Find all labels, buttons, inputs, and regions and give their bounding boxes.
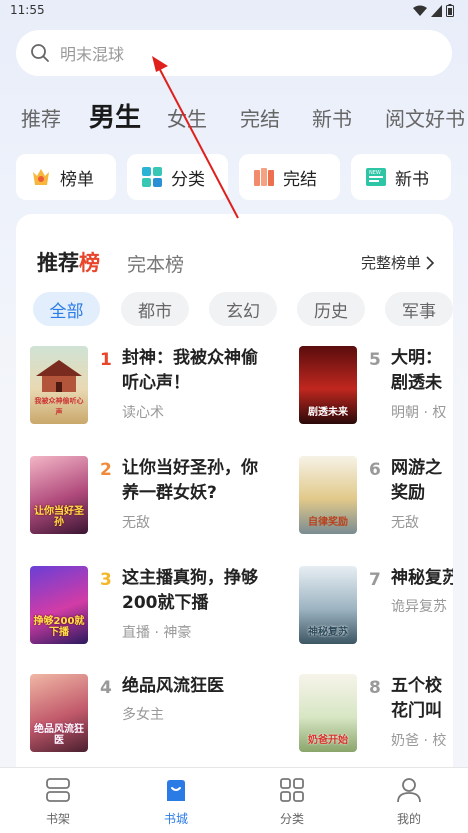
ranking-card: 推荐榜 完本榜 完整榜单 全部 都市 玄幻 历史 军事 我被众神偷听心声 1 封… — [16, 214, 453, 774]
full-ranking-link[interactable]: 完整榜单 — [361, 252, 435, 273]
book-cover: 神秘复苏 — [299, 566, 357, 644]
book-item[interactable]: 奶爸开始 8 五个校花门叫我 奶爸 · 校 — [299, 674, 453, 754]
nav-category-label: 分类 — [279, 812, 304, 826]
battery-icon — [446, 4, 454, 17]
bookstore-icon — [162, 776, 190, 804]
book-title: 让你当好圣孙，你养一群女妖? — [122, 458, 258, 503]
tab-male[interactable]: 男生 — [89, 97, 141, 134]
nav-bookstore[interactable]: 书城 — [136, 776, 216, 827]
channel-tabs: 推荐 男生 女生 完结 新书 阅文好书 — [0, 95, 468, 135]
book-tag: 多女主 — [122, 707, 164, 723]
tab-finished[interactable]: 完结 — [240, 103, 280, 132]
book-item[interactable]: 神秘复苏 7 神秘复苏 诡异复苏 — [299, 566, 453, 646]
status-bar: 11:55 — [0, 0, 468, 22]
crown-icon — [30, 166, 52, 188]
book-title: 五个校花门叫我 — [391, 676, 442, 721]
rank-number: 8 — [369, 678, 381, 698]
book-title: 封神：我被众神偷听心声！ — [122, 348, 258, 393]
rank-number: 7 — [369, 570, 381, 590]
status-icons — [413, 4, 454, 17]
chip-military[interactable]: 军事 — [385, 292, 453, 326]
book-title: 神秘复苏 — [391, 568, 453, 588]
nav-profile-label: 我的 — [396, 812, 421, 826]
bottom-nav: 书架 书城 分类 我的 — [0, 767, 468, 833]
tab-new[interactable]: 新书 — [312, 103, 352, 132]
book-cover: 奶爸开始 — [299, 674, 357, 752]
book-tag: 诡异复苏 — [391, 599, 447, 615]
rank-number: 5 — [369, 350, 381, 370]
new-book-icon: NEW — [365, 166, 387, 188]
wifi-icon — [413, 5, 427, 16]
quick-category-label: 分类 — [171, 169, 205, 190]
book-item[interactable]: 让你当好圣孙 2 让你当好圣孙，你养一群女妖? 无敌 — [30, 456, 258, 536]
genre-chips: 全部 都市 玄幻 历史 军事 — [33, 292, 453, 326]
tab-recommend[interactable]: 推荐 — [21, 103, 61, 132]
book-title: 大明：剧透未来，朱元 — [391, 348, 442, 393]
nav-profile[interactable]: 我的 — [369, 776, 449, 827]
chevron-right-icon — [426, 255, 435, 270]
grid-icon — [141, 166, 163, 188]
book-tag: 读心术 — [122, 405, 164, 421]
finished-ranking-tab[interactable]: 完本榜 — [127, 250, 184, 277]
nav-category[interactable]: 分类 — [252, 776, 332, 827]
ranking-title[interactable]: 推荐榜 — [37, 247, 100, 277]
book-title: 这主播真狗，挣够200就下播 — [122, 568, 258, 613]
books-icon — [253, 166, 275, 188]
quick-category-button[interactable]: 分类 — [127, 154, 228, 200]
ranking-title-main: 推荐 — [37, 251, 79, 275]
book-tag: 明朝 · 权 — [391, 405, 447, 421]
category-icon — [278, 776, 306, 804]
quick-ranking-label: 榜单 — [60, 169, 94, 190]
book-tag: 无敌 — [391, 515, 419, 531]
quick-finished-label: 完结 — [283, 169, 317, 190]
book-cover: 绝品风流狂医 — [30, 674, 88, 752]
rank-number: 4 — [100, 678, 112, 698]
chip-all[interactable]: 全部 — [33, 292, 100, 326]
svg-text:NEW: NEW — [369, 170, 381, 176]
nav-bookshelf-label: 书架 — [45, 812, 70, 826]
chip-history[interactable]: 历史 — [297, 292, 365, 326]
nav-bookstore-label: 书城 — [163, 812, 188, 826]
book-tag: 奶爸 · 校 — [391, 733, 447, 749]
full-ranking-label: 完整榜单 — [360, 254, 421, 272]
status-time: 11:55 — [10, 3, 45, 17]
quick-ranking-button[interactable]: 榜单 — [16, 154, 116, 200]
quick-finished-button[interactable]: 完结 — [239, 154, 340, 200]
search-placeholder: 明末混球 — [60, 45, 125, 64]
signal-icon — [431, 4, 442, 17]
book-tag: 无敌 — [122, 515, 150, 531]
profile-icon — [395, 776, 423, 804]
rank-number: 1 — [100, 350, 112, 370]
book-cover: 剧透未来 — [299, 346, 357, 424]
book-item[interactable]: 绝品风流狂医 4 绝品风流狂医 多女主 — [30, 674, 230, 754]
book-cover: 让你当好圣孙 — [30, 456, 88, 534]
book-item[interactable]: 我被众神偷听心声 1 封神：我被众神偷听心声！ 读心术 — [30, 346, 258, 426]
chip-fantasy[interactable]: 玄幻 — [209, 292, 277, 326]
book-tag: 直播 · 神豪 — [122, 625, 192, 641]
ranking-title-accent: 榜 — [79, 251, 100, 275]
search-icon — [30, 43, 50, 63]
book-item[interactable]: 挣够200就下播 3 这主播真狗，挣够200就下播 直播 · 神豪 — [30, 566, 258, 646]
book-title: 绝品风流狂医 — [122, 676, 224, 696]
book-cover: 我被众神偷听心声 — [30, 346, 88, 424]
book-item[interactable]: 自律奖励 6 网游之奖励 无敌 — [299, 456, 453, 536]
search-input[interactable]: 明末混球 — [16, 30, 452, 76]
tab-female[interactable]: 女生 — [167, 103, 207, 132]
tab-good-books[interactable]: 阅文好书 — [385, 103, 465, 132]
book-cover: 挣够200就下播 — [30, 566, 88, 644]
quick-new-label: 新书 — [395, 169, 429, 190]
book-cover: 自律奖励 — [299, 456, 357, 534]
quick-new-button[interactable]: NEW 新书 — [351, 154, 451, 200]
rank-number: 2 — [100, 460, 112, 480]
rank-number: 6 — [369, 460, 381, 480]
rank-number: 3 — [100, 570, 112, 590]
chip-urban[interactable]: 都市 — [121, 292, 189, 326]
book-title: 网游之奖励 — [391, 458, 442, 503]
quick-entries: 榜单 分类 完结 NEW 新书 — [16, 154, 468, 200]
bookshelf-icon — [44, 776, 72, 804]
nav-bookshelf[interactable]: 书架 — [18, 776, 98, 827]
book-item[interactable]: 剧透未来 5 大明：剧透未来，朱元 明朝 · 权 — [299, 346, 453, 426]
